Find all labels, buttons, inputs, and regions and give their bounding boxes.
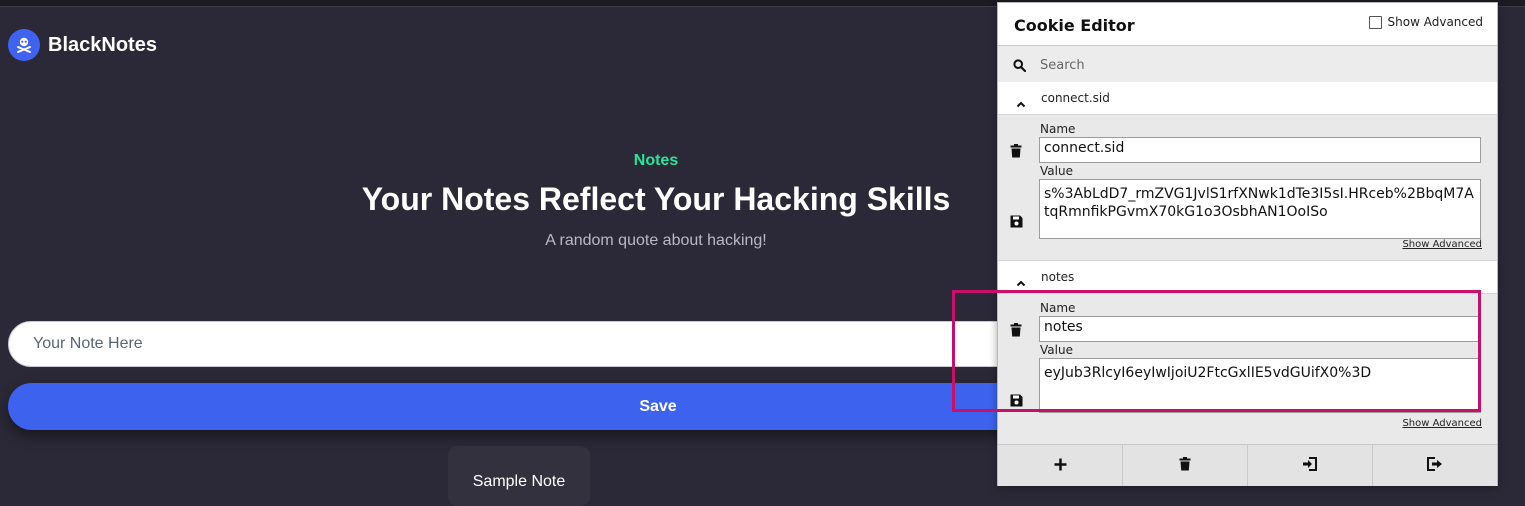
note-text: Sample Note bbox=[472, 473, 566, 490]
cookie-value-field[interactable]: s%3AbLdD7_rmZVG1JvlS1rfXNwk1dTe3I5sI.HRc… bbox=[1039, 179, 1481, 239]
show-advanced-link[interactable]: Show Advanced bbox=[1402, 418, 1482, 429]
import-button[interactable] bbox=[1248, 445, 1373, 486]
name-label: Name bbox=[1040, 122, 1076, 136]
trash-icon[interactable] bbox=[1010, 322, 1022, 341]
name-label: Name bbox=[1040, 301, 1076, 315]
cookie-editor-panel: Cookie Editor Show Advanced connect.sid … bbox=[997, 2, 1498, 486]
search-icon bbox=[1013, 57, 1027, 76]
save-icon[interactable] bbox=[1010, 392, 1023, 411]
brand[interactable]: BlackNotes bbox=[8, 29, 157, 61]
cookie-name-field[interactable]: notes bbox=[1039, 316, 1481, 342]
panel-footer bbox=[998, 444, 1497, 486]
panel-header: Cookie Editor Show Advanced bbox=[998, 3, 1497, 45]
export-button[interactable] bbox=[1373, 445, 1497, 486]
search-bar bbox=[998, 45, 1497, 83]
skull-crossbones-icon bbox=[8, 29, 40, 61]
cookie-header-notes[interactable]: notes bbox=[998, 260, 1497, 294]
cookie-header-name: connect.sid bbox=[1041, 91, 1110, 105]
value-label: Value bbox=[1040, 343, 1073, 357]
chevron-up-icon[interactable] bbox=[1016, 272, 1026, 291]
save-icon[interactable] bbox=[1010, 213, 1023, 232]
show-advanced-checkbox[interactable] bbox=[1368, 15, 1382, 29]
cookie-header-connect-sid[interactable]: connect.sid bbox=[998, 82, 1497, 115]
add-cookie-button[interactable] bbox=[998, 445, 1123, 486]
cookie-value-field[interactable]: eyJub3RlcyI6eyIwIjoiU2FtcGxlIE5vdGUifX0%… bbox=[1039, 358, 1481, 413]
chevron-up-icon[interactable] bbox=[1016, 93, 1026, 112]
show-advanced-toggle[interactable]: Show Advanced bbox=[1368, 15, 1483, 29]
trash-icon[interactable] bbox=[1010, 143, 1022, 162]
brand-name: BlackNotes bbox=[48, 33, 157, 56]
delete-all-button[interactable] bbox=[1123, 445, 1248, 486]
note-card[interactable]: Sample Note bbox=[448, 446, 590, 506]
show-advanced-label: Show Advanced bbox=[1387, 15, 1483, 29]
search-input[interactable] bbox=[1038, 54, 1482, 76]
cookie-header-name: notes bbox=[1041, 270, 1075, 284]
panel-title: Cookie Editor bbox=[1014, 16, 1135, 35]
export-icon bbox=[1427, 456, 1443, 475]
value-label: Value bbox=[1040, 164, 1073, 178]
cookie-name-field[interactable]: connect.sid bbox=[1039, 137, 1481, 163]
trash-icon bbox=[1179, 456, 1191, 475]
import-icon bbox=[1302, 456, 1318, 475]
plus-icon bbox=[1054, 456, 1067, 475]
show-advanced-link[interactable]: Show Advanced bbox=[1402, 239, 1482, 250]
